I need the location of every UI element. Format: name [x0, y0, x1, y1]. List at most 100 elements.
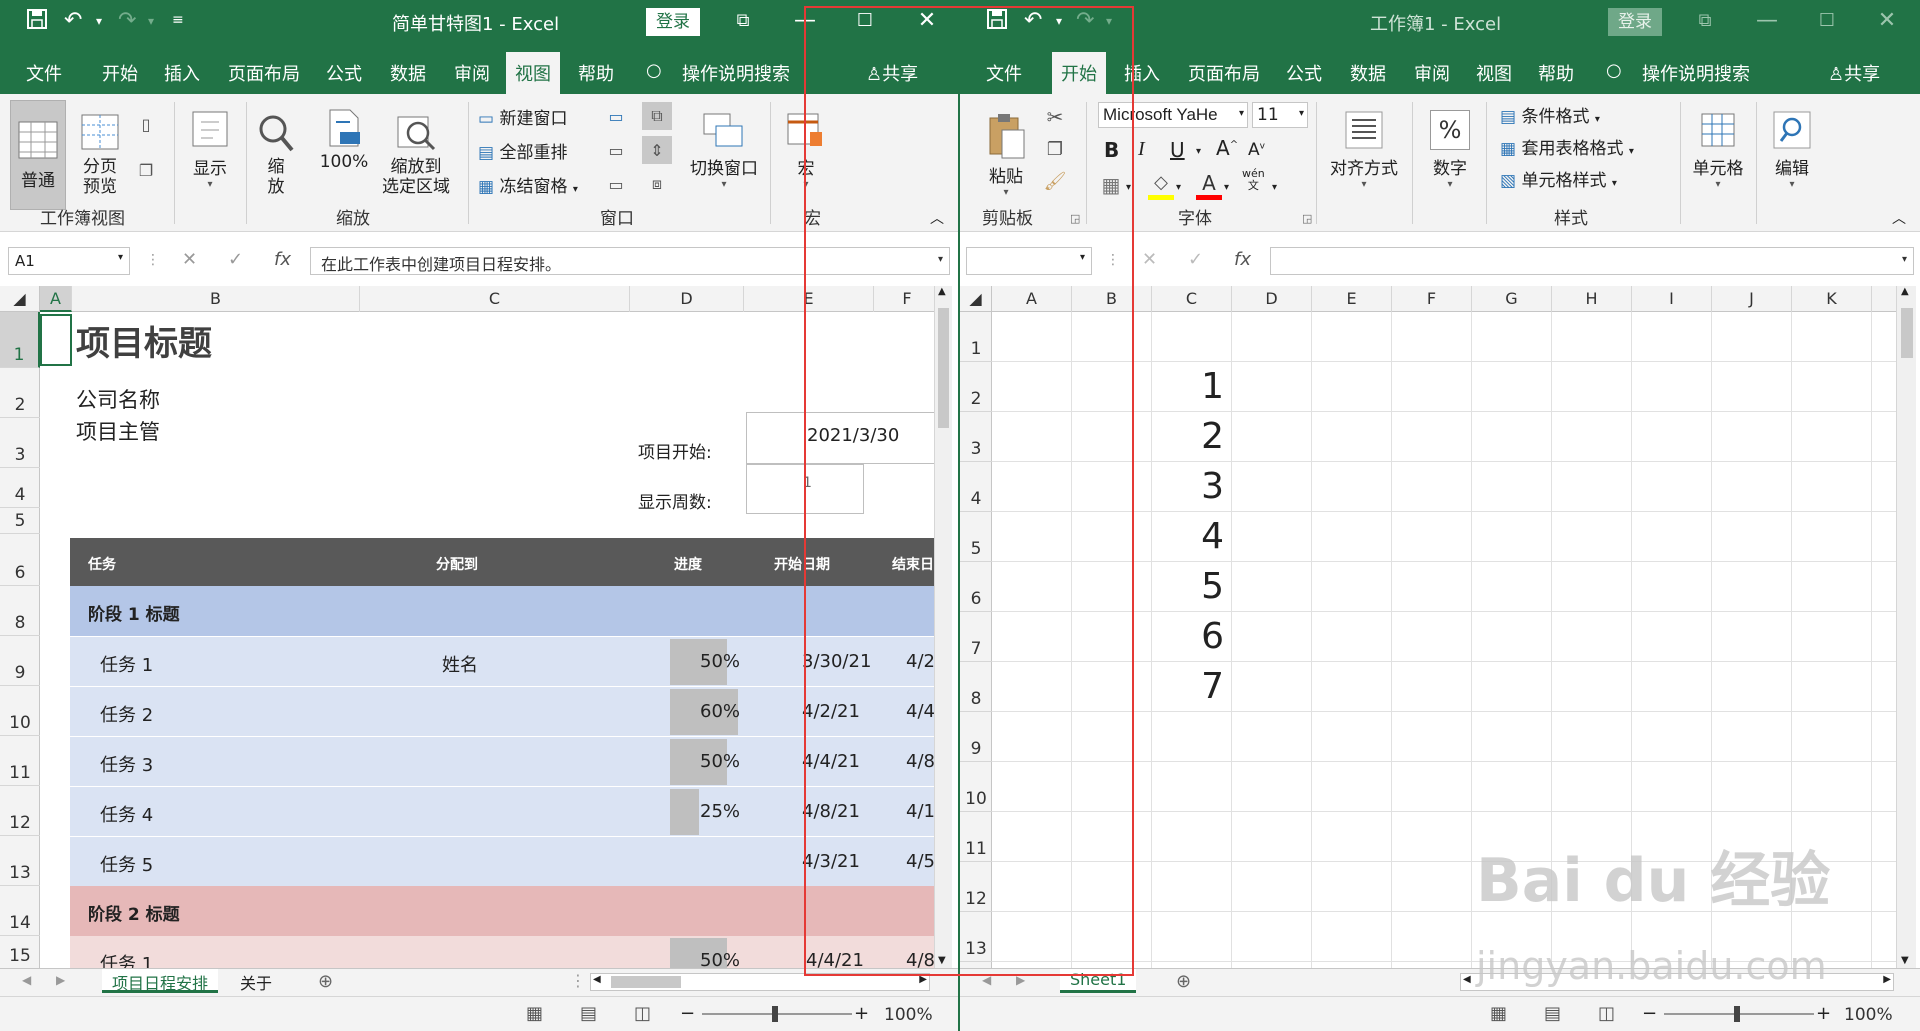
- menu-formulas[interactable]: 公式: [1286, 60, 1322, 86]
- cells-button[interactable]: 单元格 ▾: [1686, 100, 1750, 200]
- hide-icon[interactable]: ▭: [604, 138, 628, 162]
- zoom-100-button[interactable]: 100%: [316, 100, 372, 180]
- fill-color-icon[interactable]: ◇: [1148, 170, 1174, 200]
- row-header-12[interactable]: 12: [0, 786, 40, 836]
- add-sheet-icon[interactable]: ⊕: [1176, 971, 1191, 992]
- conditional-format-button[interactable]: ▤ 条件格式 ▾: [1500, 102, 1600, 127]
- row-header-9[interactable]: 9: [0, 636, 40, 686]
- undo-dropdown-icon[interactable]: ▾: [96, 14, 102, 28]
- horizontal-scrollbar[interactable]: ◀ ▶: [590, 973, 930, 991]
- row-header-4[interactable]: 4: [0, 468, 40, 508]
- close-button[interactable]: ✕: [912, 8, 942, 33]
- copy-icon[interactable]: ❐: [1042, 136, 1068, 162]
- switch-windows-button[interactable]: 切换窗口 ▾: [686, 100, 762, 200]
- share-button[interactable]: ♙共享: [866, 60, 918, 86]
- normal-view-status-icon[interactable]: ▦: [526, 1003, 543, 1024]
- display-weeks-input[interactable]: 1: [746, 464, 864, 514]
- cell-styles-button[interactable]: ▧ 单元格样式 ▾: [1500, 166, 1617, 191]
- collapse-ribbon-icon[interactable]: ︿: [930, 208, 944, 228]
- menu-help[interactable]: 帮助: [578, 60, 614, 86]
- zoom-slider-thumb[interactable]: [1734, 1006, 1740, 1022]
- tab-prev-icon[interactable]: ◀: [22, 973, 31, 987]
- zoom-in-icon[interactable]: +: [854, 1003, 869, 1024]
- scroll-right-icon[interactable]: ▶: [919, 974, 927, 985]
- h-scroll-thumb[interactable]: [611, 976, 681, 988]
- menu-review[interactable]: 审阅: [454, 60, 490, 86]
- scroll-down-icon[interactable]: ▼: [1901, 955, 1909, 966]
- column-header-F[interactable]: F: [874, 286, 940, 312]
- active-cell-A1[interactable]: [40, 314, 72, 366]
- borders-dropdown-icon[interactable]: ▾: [1126, 182, 1131, 193]
- collapse-ribbon-icon[interactable]: ︿: [1892, 208, 1906, 228]
- underline-dropdown-icon[interactable]: ▾: [1196, 146, 1201, 157]
- sync-scroll-icon[interactable]: ⇕: [642, 136, 672, 164]
- column-header-K[interactable]: K: [1792, 286, 1872, 312]
- column-header-H[interactable]: H: [1552, 286, 1632, 312]
- undo-icon[interactable]: ↶: [64, 8, 82, 33]
- maximize-button[interactable]: ☐: [850, 10, 880, 31]
- undo-icon[interactable]: ↶: [1024, 8, 1042, 33]
- column-header-E[interactable]: E: [1312, 286, 1392, 312]
- tab-splitter-icon[interactable]: ⋮: [570, 971, 586, 990]
- row-header-3[interactable]: 3: [0, 418, 40, 468]
- paste-button[interactable]: 粘贴 ▾: [978, 100, 1034, 210]
- menu-insert[interactable]: 插入: [1124, 60, 1160, 86]
- scroll-left-icon[interactable]: ◀: [1463, 974, 1471, 985]
- ribbon-display-icon[interactable]: ⧉: [1690, 10, 1720, 31]
- minimize-button[interactable]: —: [790, 8, 820, 33]
- row-header-9[interactable]: 9: [960, 712, 992, 762]
- vertical-scrollbar[interactable]: ▲ ▼: [1896, 286, 1916, 968]
- row-header-13[interactable]: 13: [960, 912, 992, 962]
- phase-1-row[interactable]: 阶段 1 标题: [70, 586, 934, 636]
- column-header-D[interactable]: D: [1232, 286, 1312, 312]
- row-header-11[interactable]: 11: [960, 812, 992, 862]
- zoom-out-icon[interactable]: −: [680, 1003, 695, 1024]
- format-as-table-button[interactable]: ▦ 套用表格格式 ▾: [1500, 134, 1634, 159]
- column-header-E[interactable]: E: [744, 286, 874, 312]
- scroll-up-icon[interactable]: ▲: [1901, 286, 1909, 297]
- zoom-button[interactable]: 缩 放: [256, 100, 296, 210]
- normal-view-button[interactable]: 普通: [10, 100, 66, 210]
- italic-button[interactable]: I: [1138, 138, 1145, 161]
- select-all-corner[interactable]: ◢: [960, 286, 992, 312]
- page-break-status-icon[interactable]: ◫: [1598, 1003, 1615, 1024]
- scroll-up-icon[interactable]: ▲: [938, 286, 946, 297]
- add-sheet-icon[interactable]: ⊕: [318, 971, 333, 992]
- cut-icon[interactable]: ✂: [1042, 104, 1068, 130]
- name-box[interactable]: ▾: [966, 247, 1092, 275]
- formula-input[interactable]: ▾: [1270, 247, 1914, 275]
- font-size-select[interactable]: 11 ▾: [1252, 102, 1308, 128]
- zoom-level[interactable]: 100%: [884, 1005, 933, 1025]
- column-header-J[interactable]: J: [1712, 286, 1792, 312]
- row-header-8[interactable]: 8: [0, 586, 40, 636]
- row-header-8[interactable]: 8: [960, 662, 992, 712]
- column-header-A[interactable]: A: [992, 286, 1072, 312]
- menu-formulas[interactable]: 公式: [326, 60, 362, 86]
- clipboard-launcher-icon[interactable]: ◲: [1070, 212, 1080, 225]
- name-box-dropdown-icon[interactable]: ▾: [118, 252, 123, 263]
- row-header-5[interactable]: 5: [960, 512, 992, 562]
- scroll-thumb[interactable]: [1901, 308, 1913, 358]
- login-button[interactable]: 登录: [1608, 8, 1662, 36]
- scroll-thumb[interactable]: [938, 308, 949, 428]
- save-icon[interactable]: [26, 8, 48, 36]
- column-header-I[interactable]: I: [1632, 286, 1712, 312]
- font-name-dropdown-icon[interactable]: ▾: [1239, 108, 1244, 119]
- menu-data[interactable]: 数据: [390, 60, 426, 86]
- arrange-all-button[interactable]: ▤ 全部重排: [478, 138, 567, 163]
- task-row[interactable]: 任务 2 60% 4/2/21 4/4/.: [70, 686, 934, 736]
- number-format-button[interactable]: % 数字 ▾: [1422, 100, 1478, 200]
- font-name-select[interactable]: Microsoft YaHe ▾: [1098, 102, 1248, 128]
- phonetic-dropdown-icon[interactable]: ▾: [1272, 182, 1277, 193]
- ribbon-display-icon[interactable]: ⧉: [728, 10, 758, 31]
- enter-icon[interactable]: ✓: [228, 249, 243, 270]
- column-header-C[interactable]: C: [360, 286, 630, 312]
- macros-button[interactable]: 宏 ▾: [780, 100, 832, 200]
- menu-file[interactable]: 文件: [986, 60, 1022, 86]
- page-layout-status-icon[interactable]: ▤: [1544, 1003, 1561, 1024]
- cell-C4[interactable]: 3: [1152, 462, 1232, 512]
- fill-color-dropdown-icon[interactable]: ▾: [1176, 182, 1181, 193]
- underline-button[interactable]: U: [1170, 138, 1185, 162]
- menu-help[interactable]: 帮助: [1538, 60, 1574, 86]
- column-header-G[interactable]: G: [1472, 286, 1552, 312]
